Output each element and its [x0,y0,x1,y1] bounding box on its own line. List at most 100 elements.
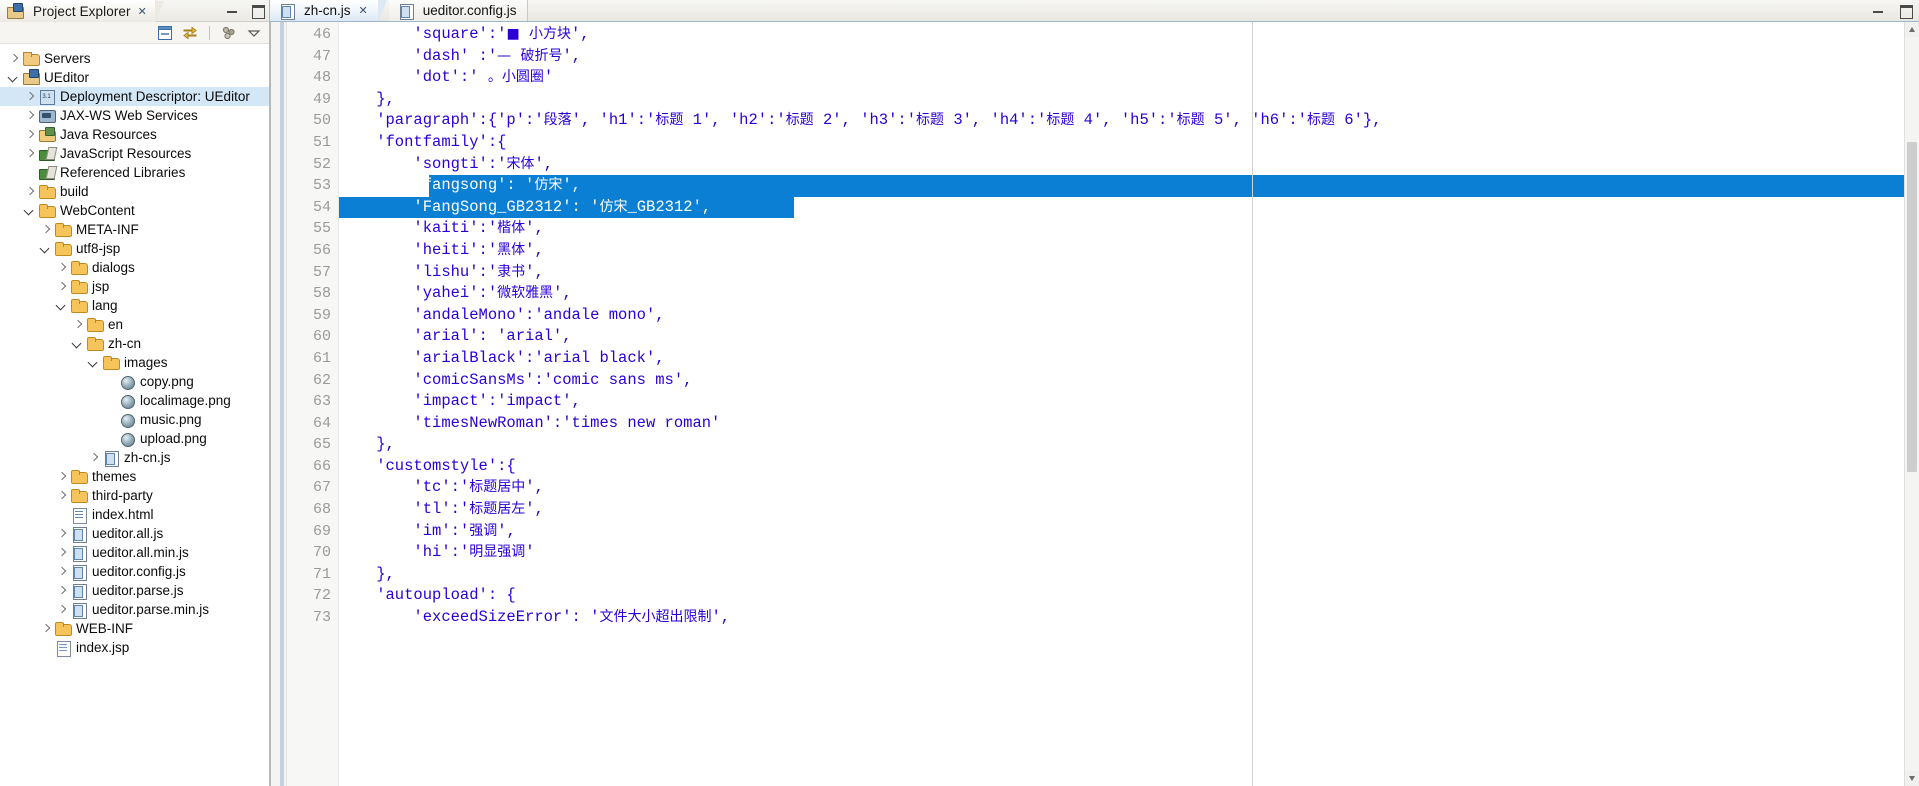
project-tree[interactable]: Servers UEditor Deployment Descriptor: UEd… [0,44,269,786]
code-line[interactable]: 'autoupload': { [339,585,1904,607]
maximize-editor-icon[interactable] [1898,3,1913,19]
tree-item-localimage-png[interactable]: localimage.png [0,391,269,410]
tree-item-webcontent[interactable]: WebContent [0,201,269,220]
code-line[interactable]: 'songti':'宋体', [339,154,1904,176]
tree-item-index-html[interactable]: index.html [0,505,269,524]
code-line[interactable]: 'square':'■ 小方块', [339,24,1904,46]
tree-item-ueditor-config-js[interactable]: ueditor.config.js [0,562,269,581]
chevron-right-icon[interactable] [22,106,38,125]
tree-item-build[interactable]: build [0,182,269,201]
scroll-down-arrow[interactable] [1905,771,1919,786]
tree-item-java-resources[interactable]: Java Resources [0,125,269,144]
chevron-right-icon[interactable] [54,600,70,619]
code-line[interactable]: 'exceedSizeError': '文件大小超出限制', [339,607,1904,629]
close-icon[interactable]: ✕ [359,4,368,17]
code-line[interactable]: 'kaiti':'楷体', [339,218,1904,240]
chevron-right-icon[interactable] [6,49,22,68]
chevron-right-icon[interactable] [54,258,70,277]
link-with-editor-icon[interactable] [181,24,199,42]
scroll-up-arrow[interactable] [1905,22,1919,37]
chevron-right-icon[interactable] [22,182,38,201]
chevron-down-icon[interactable] [86,353,102,372]
chevron-right-icon[interactable] [54,543,70,562]
code-line[interactable]: 'arialBlack':'arial black', [339,348,1904,370]
chevron-right-icon[interactable] [22,87,38,106]
tree-item-meta-inf[interactable]: META-INF [0,220,269,239]
scrollbar-thumb[interactable] [1907,142,1917,472]
maximize-view-icon[interactable] [250,3,265,19]
code-line[interactable]: 'customstyle':{ [339,456,1904,478]
tree-item-en[interactable]: en [0,315,269,334]
tree-item-ueditor-parse-min-js[interactable]: ueditor.parse.min.js [0,600,269,619]
tree-item-javascript-resources[interactable]: JavaScript Resources [0,144,269,163]
tree-item-servers[interactable]: Servers [0,49,269,68]
editor-tab-ueditor-config-js[interactable]: ueditor.config.js [388,0,528,21]
tree-item-third-party[interactable]: third-party [0,486,269,505]
tree-item-upload-png[interactable]: upload.png [0,429,269,448]
editor-tab-zh-cn-js[interactable]: zh-cn.js ✕ [270,0,387,22]
chevron-right-icon[interactable] [86,448,102,467]
code-line[interactable]: 'comicSansMs':'comic sans ms', [339,370,1904,392]
tree-item-jax-ws-web-services[interactable]: JAX-WS Web Services [0,106,269,125]
tree-item-referenced-libraries[interactable]: Referenced Libraries [0,163,269,182]
chevron-down-icon[interactable] [22,201,38,220]
code-line[interactable]: 'FangSong_GB2312': '仿宋_GB2312', [339,197,1904,219]
chevron-right-icon[interactable] [70,315,86,334]
chevron-right-icon[interactable] [54,467,70,486]
view-menu-icon[interactable] [220,24,238,42]
code-line[interactable]: 'hi':'明显强调' [339,542,1904,564]
tree-item-jsp[interactable]: jsp [0,277,269,296]
code-line[interactable]: 'andaleMono':'andale mono', [339,305,1904,327]
code-line[interactable]: 'impact':'impact', [339,391,1904,413]
chevron-right-icon[interactable] [38,619,54,638]
tree-item-ueditor-all-min-js[interactable]: ueditor.all.min.js [0,543,269,562]
tab-project-explorer[interactable]: Project Explorer ✕ [0,0,164,23]
tree-item-ueditor[interactable]: UEditor [0,68,269,87]
tree-item-deployment-descriptor-ueditor[interactable]: Deployment Descriptor: UEditor [0,87,269,106]
code-line[interactable]: 'dot':' 。小圆圈' [339,67,1904,89]
minimize-view-icon[interactable] [225,3,240,17]
collapse-all-icon[interactable] [156,24,174,42]
tree-item-ueditor-all-js[interactable]: ueditor.all.js [0,524,269,543]
tree-item-web-inf[interactable]: WEB-INF [0,619,269,638]
minimize-editor-icon[interactable] [1871,3,1886,17]
chevron-right-icon[interactable] [22,144,38,163]
tree-item-images[interactable]: images [0,353,269,372]
chevron-right-icon[interactable] [54,562,70,581]
chevron-down-icon[interactable] [70,334,86,353]
code-line[interactable]: 'tc':'标题居中', [339,477,1904,499]
tree-item-zh-cn[interactable]: zh-cn [0,334,269,353]
source-code-text[interactable]: 'square':'■ 小方块', 'dash' :'— 破折号', 'dot'… [339,22,1904,786]
tree-item-dialogs[interactable]: dialogs [0,258,269,277]
tree-item-zh-cn-js[interactable]: zh-cn.js [0,448,269,467]
tree-item-utf8-jsp[interactable]: utf8-jsp [0,239,269,258]
editor-vertical-scrollbar[interactable] [1904,22,1919,786]
code-line[interactable]: 'paragraph':{'p':'段落', 'h1':'标题 1', 'h2'… [339,110,1904,132]
code-line[interactable]: 'fangsong': '仿宋', [339,175,1904,197]
code-line[interactable]: 'im':'强调', [339,521,1904,543]
tree-item-copy-png[interactable]: copy.png [0,372,269,391]
tree-item-index-jsp[interactable]: index.jsp [0,638,269,657]
tree-item-lang[interactable]: lang [0,296,269,315]
chevron-down-icon[interactable] [245,24,263,42]
code-line[interactable]: 'dash' :'— 破折号', [339,46,1904,68]
chevron-right-icon[interactable] [22,125,38,144]
tree-item-ueditor-parse-js[interactable]: ueditor.parse.js [0,581,269,600]
chevron-down-icon[interactable] [38,239,54,258]
chevron-right-icon[interactable] [54,524,70,543]
code-line[interactable]: 'yahei':'微软雅黑', [339,283,1904,305]
chevron-right-icon[interactable] [38,220,54,239]
code-line[interactable]: 'heiti':'黑体', [339,240,1904,262]
code-line[interactable]: }, [339,434,1904,456]
code-line[interactable]: }, [339,564,1904,586]
code-line[interactable]: 'timesNewRoman':'times new roman' [339,413,1904,435]
close-icon[interactable]: ✕ [138,5,147,18]
tree-item-music-png[interactable]: music.png [0,410,269,429]
code-line[interactable]: 'lishu':'隶书', [339,262,1904,284]
chevron-right-icon[interactable] [54,486,70,505]
chevron-right-icon[interactable] [54,277,70,296]
chevron-down-icon[interactable] [6,68,22,87]
tree-item-themes[interactable]: themes [0,467,269,486]
chevron-down-icon[interactable] [54,296,70,315]
code-line[interactable]: 'arial': 'arial', [339,326,1904,348]
